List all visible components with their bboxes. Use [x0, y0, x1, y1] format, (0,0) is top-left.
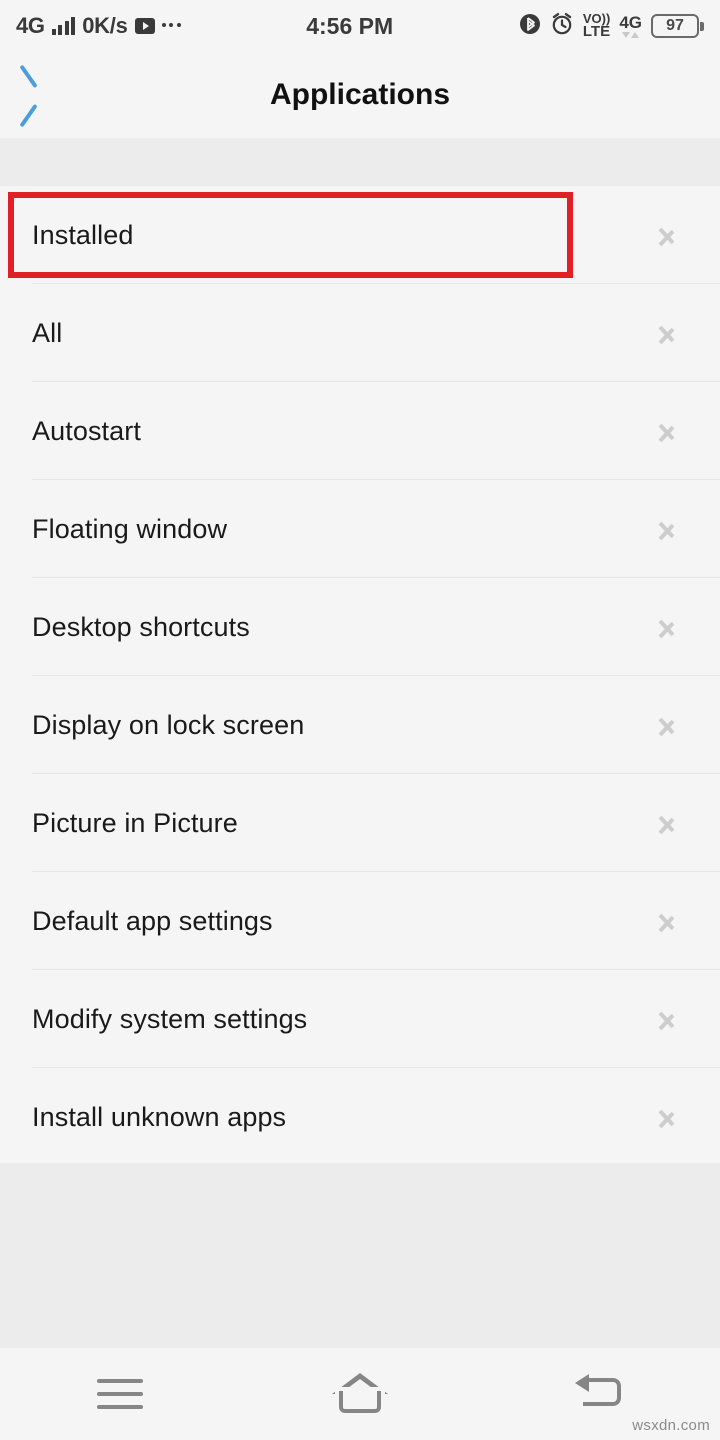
navigation-bar — [0, 1348, 720, 1440]
menu-button[interactable] — [0, 1348, 240, 1440]
more-dots-icon — [161, 22, 181, 30]
network-4g-indicator: 4G — [619, 14, 642, 38]
chevron-right-icon — [658, 807, 676, 839]
home-button[interactable] — [240, 1348, 480, 1440]
chevron-right-icon — [658, 611, 676, 643]
volte-icon: VO)) LTE — [582, 12, 611, 41]
chevron-right-icon — [658, 905, 676, 937]
signal-bars-icon — [51, 17, 76, 35]
settings-list: Installed All Autostart Floating window Desk… — [0, 186, 720, 1163]
list-item-picture-in-picture[interactable]: Picture in Picture — [0, 774, 720, 872]
list-item-label: Installed — [32, 219, 134, 250]
list-item-desktop-shortcuts[interactable]: Desktop shortcuts — [0, 578, 720, 676]
chevron-right-icon — [658, 709, 676, 741]
list-item-label: Desktop shortcuts — [32, 611, 250, 642]
battery-level-label: 97 — [666, 17, 684, 34]
play-icon — [134, 18, 155, 34]
status-bar-center: 4:56 PM — [181, 13, 519, 40]
back-button[interactable] — [0, 52, 90, 138]
chevron-right-icon — [658, 1101, 676, 1133]
list-item-label: Picture in Picture — [32, 807, 238, 838]
list-item-floating-window[interactable]: Floating window — [0, 480, 720, 578]
list-item-install-unknown-apps[interactable]: Install unknown apps — [0, 1068, 720, 1166]
list-item-label: Modify system settings — [32, 1003, 308, 1034]
volte-bottom-label: LTE — [582, 23, 611, 41]
list-item-default-app-settings[interactable]: Default app settings — [0, 872, 720, 970]
watermark: wsxdn.com — [632, 1417, 710, 1434]
list-item-label: Autostart — [32, 415, 141, 446]
battery-icon: 97 — [651, 14, 704, 38]
back-icon — [575, 1374, 625, 1414]
chevron-right-icon — [658, 1003, 676, 1035]
home-icon — [332, 1373, 388, 1415]
list-item-label: Default app settings — [32, 905, 273, 936]
bluetooth-icon — [519, 12, 541, 41]
chevron-right-icon — [658, 219, 676, 251]
page-title: Applications — [269, 78, 450, 111]
list-item-label: Install unknown apps — [32, 1101, 287, 1132]
list-item-display-on-lock-screen[interactable]: Display on lock screen — [0, 676, 720, 774]
list-item-autostart[interactable]: Autostart — [0, 382, 720, 480]
list-item-label: Floating window — [32, 513, 228, 544]
list-item-label: All — [32, 317, 63, 348]
network-type-label: 4G — [16, 13, 45, 38]
list-item-label: Display on lock screen — [32, 709, 305, 740]
menu-icon — [97, 1379, 143, 1409]
status-bar-left: 4G 0K/s — [16, 15, 181, 37]
alarm-clock-icon — [550, 12, 574, 41]
data-rate-label: 0K/s — [82, 13, 128, 38]
back-chevron-icon — [32, 73, 58, 117]
network-4g-label: 4G — [619, 13, 642, 32]
list-item-all[interactable]: All — [0, 284, 720, 382]
app-header: Applications — [0, 52, 720, 138]
chevron-right-icon — [658, 415, 676, 447]
clock-label: 4:56 PM — [306, 12, 394, 39]
data-arrows-icon — [622, 32, 640, 38]
list-item-modify-system-settings[interactable]: Modify system settings — [0, 970, 720, 1068]
list-item-installed[interactable]: Installed — [0, 186, 720, 284]
section-gap — [0, 138, 720, 186]
status-bar: 4G 0K/s 4:56 PM VO)) LTE 4G 97 — [0, 0, 720, 52]
chevron-right-icon — [658, 513, 676, 545]
phone-screen: 4G 0K/s 4:56 PM VO)) LTE 4G 97 Applicati… — [0, 0, 720, 1440]
chevron-right-icon — [658, 317, 676, 349]
status-bar-right: VO)) LTE 4G 97 — [519, 12, 704, 41]
